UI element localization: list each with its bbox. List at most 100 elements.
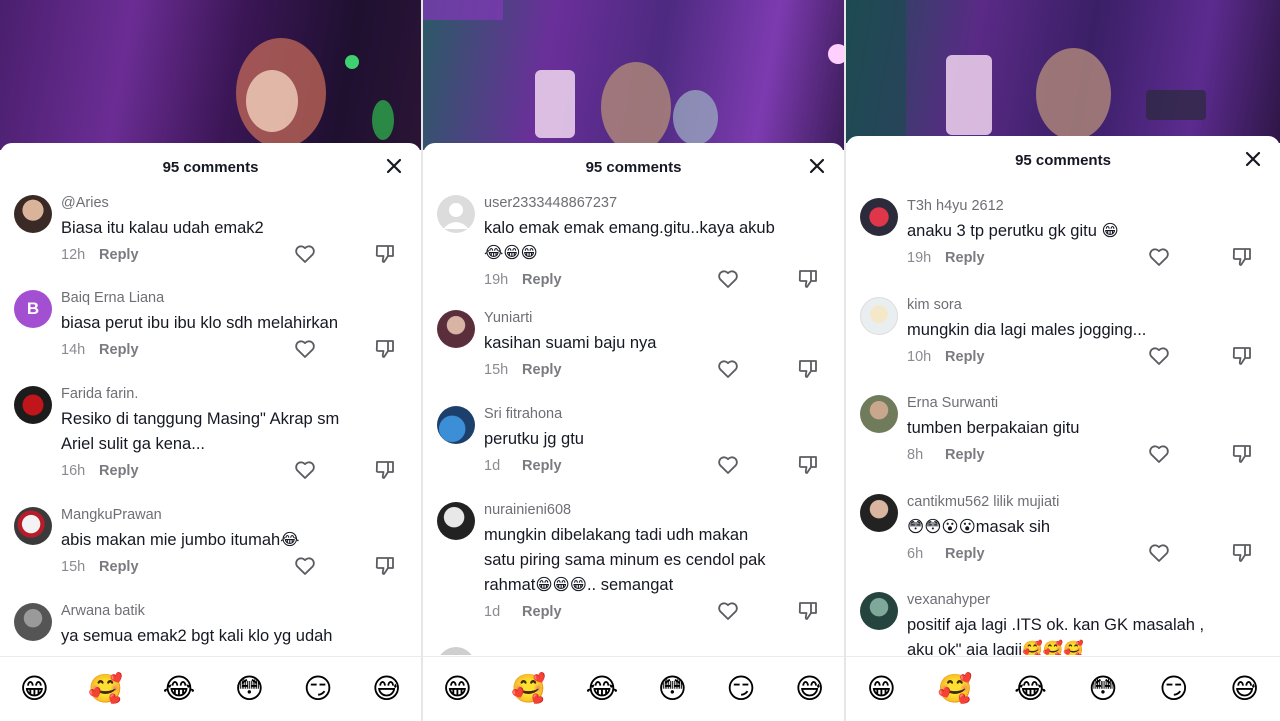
reply-button[interactable]: Reply: [522, 458, 562, 474]
comment-time: 1d: [484, 458, 501, 474]
emoji-button[interactable]: 😂: [586, 673, 619, 705]
avatar[interactable]: [860, 395, 898, 433]
thumbs-down-outline-icon[interactable]: [1230, 541, 1254, 565]
comment-meta: 10h Reply: [907, 343, 1270, 371]
heart-outline-icon[interactable]: [293, 554, 317, 578]
avatar[interactable]: [14, 386, 52, 424]
emoji-button[interactable]: 😂: [1014, 673, 1047, 705]
comment-username[interactable]: Sri fitrahona: [484, 402, 834, 424]
comments-header: 95 comments: [0, 143, 421, 191]
heart-outline-icon[interactable]: [1147, 541, 1171, 565]
emoji-button[interactable]: 😂: [163, 673, 196, 705]
thumbs-down-outline-icon[interactable]: [1230, 344, 1254, 368]
reply-button[interactable]: Reply: [99, 463, 139, 479]
avatar[interactable]: [860, 494, 898, 532]
comments-list[interactable]: T3h h4yu 2612 anaku 3 tp perutku gk gitu…: [846, 194, 1280, 655]
heart-outline-icon[interactable]: [293, 242, 317, 266]
thumbs-down-outline-icon[interactable]: [1230, 442, 1254, 466]
avatar[interactable]: [437, 502, 475, 540]
reply-button[interactable]: Reply: [945, 447, 985, 463]
reply-button[interactable]: Reply: [522, 604, 562, 620]
reply-button[interactable]: Reply: [945, 546, 985, 562]
reply-button[interactable]: Reply: [522, 362, 562, 378]
thumbs-down-outline-icon[interactable]: [796, 357, 820, 381]
emoji-button[interactable]: 🥰: [511, 673, 546, 705]
heart-outline-icon[interactable]: [716, 357, 740, 381]
comment-meta: 6h Reply: [907, 540, 1270, 568]
emoji-button[interactable]: 🥰: [88, 673, 123, 705]
comment-meta: 12h Reply: [61, 241, 411, 269]
heart-outline-icon[interactable]: [716, 267, 740, 291]
comment-username[interactable]: vexanahyper: [907, 588, 1270, 610]
avatar[interactable]: [860, 592, 898, 630]
thumbs-down-outline-icon[interactable]: [373, 242, 397, 266]
avatar[interactable]: [860, 297, 898, 335]
avatar[interactable]: [14, 603, 52, 641]
emoji-button[interactable]: 😳: [235, 673, 264, 705]
close-icon[interactable]: [383, 155, 405, 177]
comment-text: abis makan mie jumbo itumah😂: [61, 531, 300, 549]
comment-time: 14h: [61, 342, 86, 358]
heart-outline-icon[interactable]: [1147, 344, 1171, 368]
thumbs-down-outline-icon[interactable]: [796, 599, 820, 623]
comment-username[interactable]: Yuniarti: [484, 306, 834, 328]
heart-outline-icon[interactable]: [293, 458, 317, 482]
thumbs-down-outline-icon[interactable]: [796, 453, 820, 477]
emoji-button[interactable]: 🥰: [938, 673, 973, 705]
thumbs-down-outline-icon[interactable]: [796, 267, 820, 291]
heart-outline-icon[interactable]: [716, 453, 740, 477]
heart-outline-icon[interactable]: [1147, 442, 1171, 466]
reply-button[interactable]: Reply: [99, 247, 139, 263]
avatar[interactable]: [437, 310, 475, 348]
comment-time: 19h: [907, 250, 932, 266]
comment-username[interactable]: @Aries: [61, 191, 411, 213]
avatar[interactable]: [437, 195, 475, 233]
comment-username[interactable]: cantikmu562 lilik mujiati: [907, 490, 1270, 512]
avatar-letter: B: [26, 299, 40, 318]
reply-button[interactable]: Reply: [945, 250, 985, 266]
avatar[interactable]: [14, 195, 52, 233]
comments-list[interactable]: @Aries Biasa itu kalau udah emak2 12h Re…: [0, 191, 421, 655]
comment-username[interactable]: kim sora: [907, 293, 1270, 315]
avatar[interactable]: B: [14, 290, 52, 328]
emoji-button[interactable]: 😁: [443, 673, 472, 705]
comment-username[interactable]: user2333448867237: [484, 191, 834, 213]
emoji-button[interactable]: 😏: [303, 673, 332, 705]
close-icon[interactable]: [1242, 148, 1264, 170]
reply-button[interactable]: Reply: [522, 272, 562, 288]
avatar[interactable]: [437, 406, 475, 444]
comment-username[interactable]: nurainieni608: [484, 498, 834, 520]
reply-button[interactable]: Reply: [99, 559, 139, 575]
emoji-button[interactable]: 😅: [372, 673, 401, 705]
heart-outline-icon[interactable]: [716, 599, 740, 623]
close-icon[interactable]: [806, 155, 828, 177]
comment-username[interactable]: Baiq Erna Liana: [61, 286, 411, 308]
comment-username[interactable]: MangkuPrawan: [61, 503, 411, 525]
emoji-button[interactable]: 😁: [867, 673, 896, 705]
thumbs-down-outline-icon[interactable]: [373, 458, 397, 482]
comment-username[interactable]: Farida farin.: [61, 382, 411, 404]
comment-time: 19h: [484, 272, 509, 288]
comment-username[interactable]: Arwana batik: [61, 599, 411, 621]
thumbs-down-outline-icon[interactable]: [373, 337, 397, 361]
avatar[interactable]: [860, 198, 898, 236]
emoji-button[interactable]: 😳: [1088, 673, 1117, 705]
reply-button[interactable]: Reply: [99, 342, 139, 358]
avatar[interactable]: [437, 647, 475, 655]
emoji-button[interactable]: 😅: [795, 673, 824, 705]
comment-username[interactable]: T3h h4yu 2612: [907, 194, 1270, 216]
comment-item: Erna Surwanti tumben berpakaian gitu 8h …: [846, 391, 1280, 490]
thumbs-down-outline-icon[interactable]: [373, 554, 397, 578]
avatar[interactable]: [14, 507, 52, 545]
reply-button[interactable]: Reply: [945, 349, 985, 365]
emoji-button[interactable]: 😏: [1159, 673, 1188, 705]
emoji-button[interactable]: 😁: [20, 673, 49, 705]
heart-outline-icon[interactable]: [1147, 245, 1171, 269]
comments-list[interactable]: user2333448867237 kalo emak emak emang.g…: [423, 191, 844, 655]
emoji-button[interactable]: 😅: [1230, 673, 1259, 705]
emoji-button[interactable]: 😳: [658, 673, 687, 705]
emoji-button[interactable]: 😏: [726, 673, 755, 705]
thumbs-down-outline-icon[interactable]: [1230, 245, 1254, 269]
comment-username[interactable]: Erna Surwanti: [907, 391, 1270, 413]
heart-outline-icon[interactable]: [293, 337, 317, 361]
